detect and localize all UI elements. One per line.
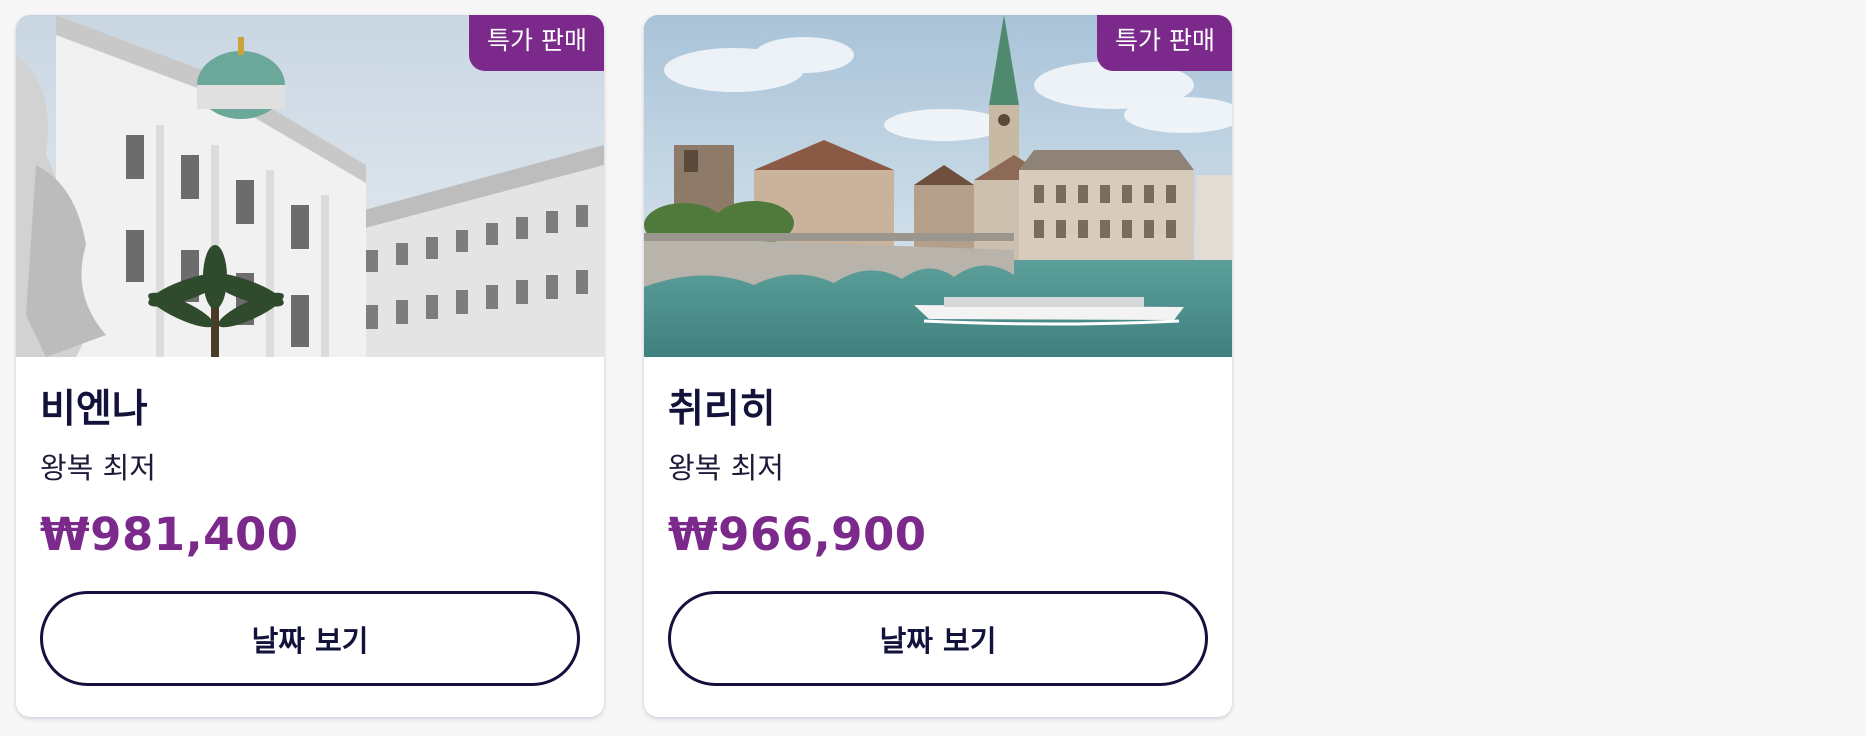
deals-page: 특가 판매 비엔나 왕복 최저 ₩981,400 날짜 보기 특가 판매 취리히… [0, 0, 1866, 736]
view-dates-button[interactable]: 날짜 보기 [40, 591, 580, 686]
city-name: 취리히 [668, 387, 776, 432]
view-dates-button[interactable]: 날짜 보기 [668, 591, 1208, 686]
price: ₩966,900 [668, 508, 927, 561]
sale-badge: 특가 판매 [469, 15, 604, 71]
fare-label: 왕복 최저 [40, 451, 156, 485]
card-body: 취리히 왕복 최저 ₩966,900 날짜 보기 [644, 357, 1232, 686]
city-name: 비엔나 [40, 387, 148, 432]
deal-card-zurich[interactable]: 특가 판매 취리히 왕복 최저 ₩966,900 날짜 보기 [644, 15, 1232, 717]
vienna-photo[interactable]: 특가 판매 [16, 15, 604, 357]
fare-label: 왕복 최저 [668, 451, 784, 485]
deal-card-vienna[interactable]: 특가 판매 비엔나 왕복 최저 ₩981,400 날짜 보기 [16, 15, 604, 717]
deal-cards-row: 특가 판매 비엔나 왕복 최저 ₩981,400 날짜 보기 특가 판매 취리히… [16, 15, 1232, 717]
zurich-photo[interactable]: 특가 판매 [644, 15, 1232, 357]
sale-badge: 특가 판매 [1097, 15, 1232, 71]
card-body: 비엔나 왕복 최저 ₩981,400 날짜 보기 [16, 357, 604, 686]
price: ₩981,400 [40, 508, 299, 561]
